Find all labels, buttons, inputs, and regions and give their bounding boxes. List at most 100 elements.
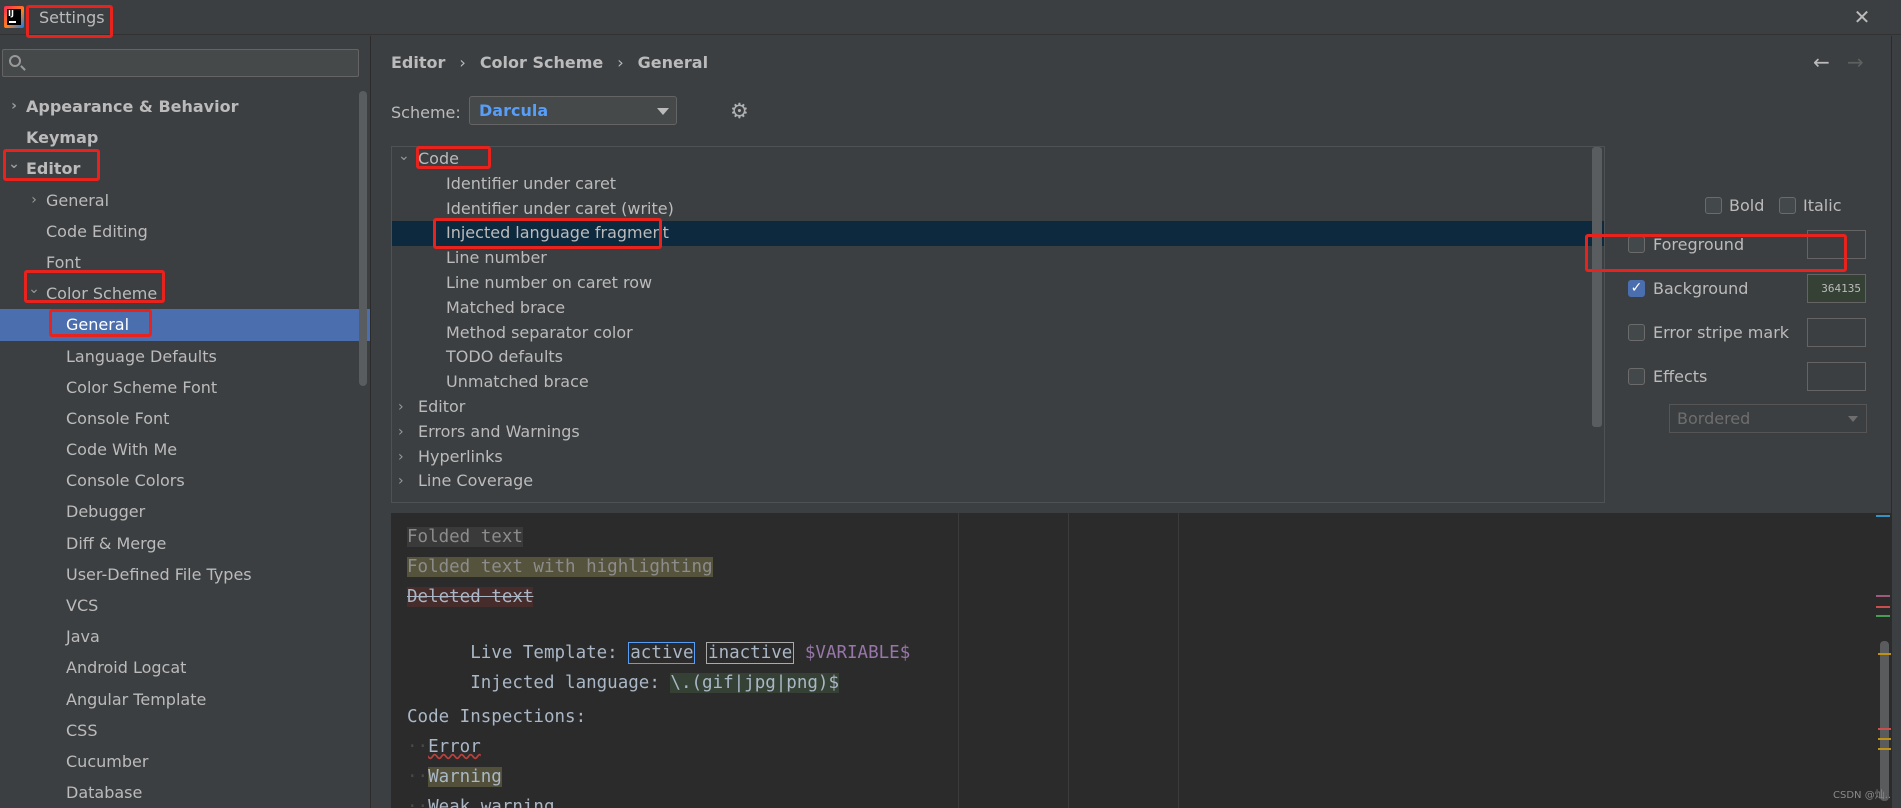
sidebar-item-java[interactable]: Java: [0, 621, 370, 652]
chevron-right-icon[interactable]: ›: [27, 185, 41, 216]
sidebar-item-color-scheme-font[interactable]: Color Scheme Font: [0, 372, 370, 403]
sidebar-item-label: Keymap: [26, 128, 99, 148]
effect-type-dropdown[interactable]: Bordered: [1669, 404, 1867, 433]
sidebar-item-color-scheme-general[interactable]: General: [0, 309, 370, 341]
sidebar-item-label: Color Scheme Font: [66, 377, 218, 397]
italic-checkbox[interactable]: [1779, 197, 1796, 214]
close-icon[interactable]: ✕: [1851, 6, 1873, 28]
chevron-right-icon[interactable]: ›: [398, 445, 404, 469]
stripe-marker: [1876, 595, 1890, 597]
sidebar-item-editor[interactable]: ⌄ Editor: [0, 153, 370, 184]
bold-checkbox[interactable]: [1705, 197, 1722, 214]
foreground-label: Foreground: [1653, 235, 1745, 254]
preview-warning-text: Warning: [428, 767, 502, 787]
attr-item[interactable]: Line number on caret row: [392, 271, 1604, 296]
gear-icon[interactable]: ⚙: [730, 101, 750, 122]
scheme-label: Scheme:: [391, 103, 461, 122]
attr-group-errors[interactable]: › Errors and Warnings: [392, 420, 1604, 445]
foreground-checkbox[interactable]: [1628, 236, 1645, 253]
bold-label: Bold: [1729, 196, 1765, 215]
color-preview-editor[interactable]: Folded text Folded text with highlightin…: [391, 513, 1901, 808]
attr-item[interactable]: Matched brace: [392, 296, 1604, 321]
attr-item-label: Identifier under caret (write): [446, 198, 674, 218]
sidebar-item-console-font[interactable]: Console Font: [0, 403, 370, 434]
attribute-tree-scrollbar[interactable]: [1592, 147, 1602, 427]
attr-item[interactable]: Identifier under caret: [392, 172, 1604, 197]
sidebar-item-android-logcat[interactable]: Android Logcat: [0, 652, 370, 683]
sidebar-scrollbar[interactable]: [359, 91, 367, 386]
preview-scrollbar[interactable]: [1876, 513, 1892, 808]
sidebar-item-diff-merge[interactable]: Diff & Merge: [0, 528, 370, 559]
effects-checkbox[interactable]: [1628, 368, 1645, 385]
attr-item[interactable]: Unmatched brace: [392, 370, 1604, 395]
chevron-right-icon[interactable]: ›: [398, 469, 404, 493]
indent-guide: [1178, 513, 1179, 808]
sidebar-item-label: Appearance & Behavior: [26, 97, 239, 116]
chevron-right-icon[interactable]: ›: [398, 395, 404, 419]
preview-injected-fragment: \.(gif|jpg|png)$: [670, 673, 839, 693]
search-input[interactable]: [29, 53, 349, 73]
breadcrumb-item[interactable]: Color Scheme: [480, 53, 603, 72]
sidebar-item-appearance[interactable]: › Appearance & Behavior: [0, 91, 370, 122]
sidebar-item-language-defaults[interactable]: Language Defaults: [0, 341, 370, 372]
chevron-down-icon[interactable]: ⌄: [27, 274, 41, 305]
sidebar-item-label: User-Defined File Types: [66, 564, 252, 584]
preview-scroll-thumb[interactable]: [1880, 641, 1889, 801]
attr-group-editor[interactable]: › Editor: [392, 395, 1604, 420]
attr-group-hyperlinks[interactable]: › Hyperlinks: [392, 445, 1604, 470]
settings-sidebar: › Appearance & Behavior Keymap ⌄ Editor …: [0, 36, 371, 808]
sidebar-item-database[interactable]: Database: [0, 777, 370, 808]
attr-item[interactable]: Line number: [392, 246, 1604, 271]
attr-item[interactable]: TODO defaults: [392, 345, 1604, 370]
attr-item-label: Line number: [446, 248, 547, 268]
error-stripe-checkbox[interactable]: [1628, 324, 1645, 341]
sidebar-item-color-scheme[interactable]: ⌄ Color Scheme: [0, 278, 370, 309]
effect-type-value: Bordered: [1677, 409, 1751, 428]
background-label: Background: [1653, 279, 1749, 298]
sidebar-item-code-with-me[interactable]: Code With Me: [0, 434, 370, 465]
effects-color-swatch[interactable]: [1807, 362, 1866, 391]
sidebar-item-vcs[interactable]: VCS: [0, 590, 370, 621]
sidebar-item-label: Debugger: [66, 502, 146, 522]
breadcrumb-item[interactable]: Editor: [391, 53, 445, 72]
background-color-swatch[interactable]: 364135: [1807, 274, 1866, 303]
sidebar-item-label: Angular Template: [66, 689, 207, 709]
preview-weak-warning-text: Weak warning: [428, 797, 555, 808]
sidebar-item-css[interactable]: CSS: [0, 715, 370, 746]
sidebar-item-keymap[interactable]: Keymap: [0, 122, 370, 153]
sidebar-item-cucumber[interactable]: Cucumber: [0, 746, 370, 777]
forward-arrow-icon[interactable]: →: [1847, 50, 1864, 74]
chevron-down-icon: [1848, 416, 1858, 422]
chevron-down-icon[interactable]: ⌄: [7, 149, 21, 180]
attr-item-label: Injected language fragment: [446, 223, 669, 243]
background-checkbox[interactable]: ✓: [1628, 280, 1645, 297]
chevron-down-icon[interactable]: ⌄: [398, 147, 410, 168]
watermark: CSDN @灿..: [1833, 790, 1892, 801]
chevron-right-icon[interactable]: ›: [398, 420, 404, 444]
sidebar-item-debugger[interactable]: Debugger: [0, 496, 370, 527]
attr-item[interactable]: Method separator color: [392, 321, 1604, 346]
scheme-dropdown[interactable]: Darcula: [469, 96, 677, 125]
chevron-right-icon[interactable]: ›: [7, 91, 21, 122]
sidebar-item-font[interactable]: Font: [0, 247, 370, 278]
window-edge: [1891, 36, 1901, 808]
sidebar-item-angular-template[interactable]: Angular Template: [0, 684, 370, 715]
sidebar-item-code-editing[interactable]: Code Editing: [0, 216, 370, 247]
attr-item[interactable]: Identifier under caret (write): [392, 197, 1604, 222]
stripe-marker: [1878, 728, 1892, 730]
sidebar-item-console-colors[interactable]: Console Colors: [0, 465, 370, 496]
settings-search[interactable]: [2, 49, 359, 77]
attr-item-label: Code: [418, 149, 459, 168]
preview-deleted-text: Deleted text: [407, 587, 534, 607]
error-stripe-color-swatch[interactable]: [1807, 318, 1866, 347]
sidebar-item-label: Diff & Merge: [66, 533, 167, 553]
back-arrow-icon[interactable]: ←: [1813, 50, 1830, 74]
sidebar-item-label: Java: [66, 627, 100, 647]
sidebar-item-user-defined-file-types[interactable]: User-Defined File Types: [0, 559, 370, 590]
sidebar-item-label: Code Editing: [46, 221, 148, 241]
attr-item-code[interactable]: ⌄ Code: [392, 147, 1604, 172]
attr-group-line-coverage[interactable]: › Line Coverage: [392, 469, 1604, 494]
sidebar-item-editor-general[interactable]: › General: [0, 185, 370, 216]
attr-item-injected-language[interactable]: Injected language fragment: [392, 221, 1604, 247]
foreground-color-swatch[interactable]: [1807, 230, 1866, 259]
